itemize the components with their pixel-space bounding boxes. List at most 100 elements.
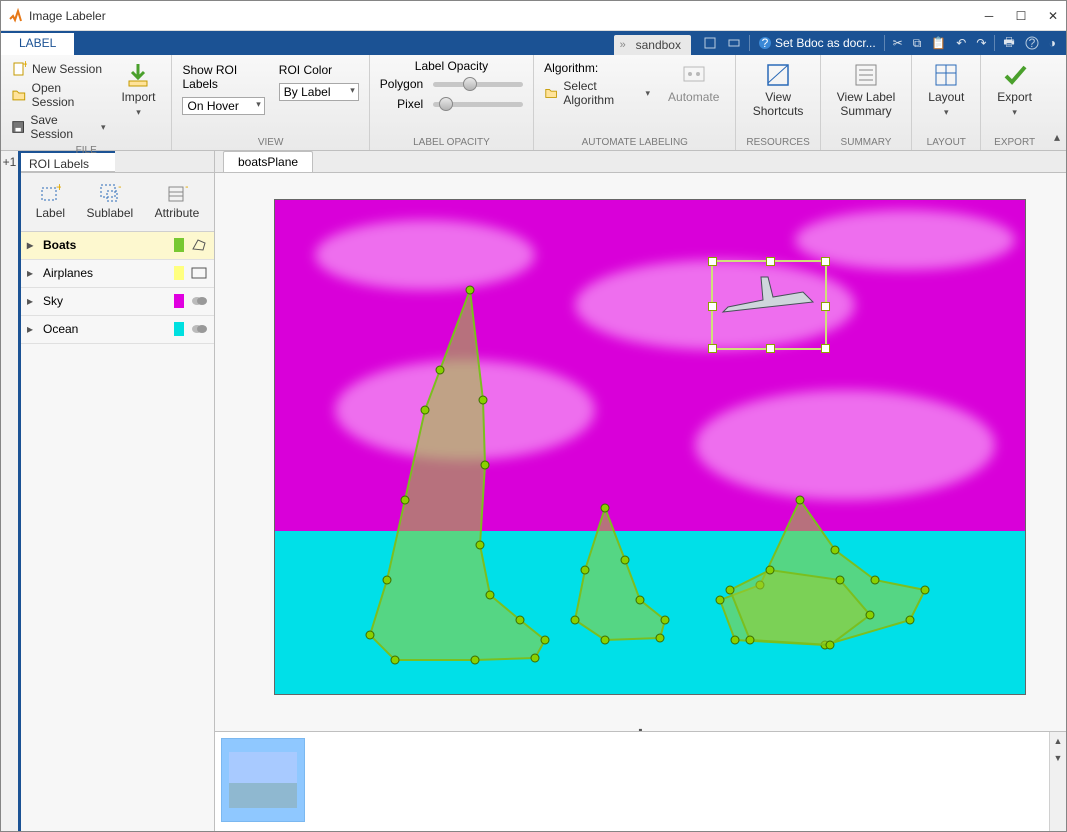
paste-icon[interactable]: 📋 — [929, 36, 948, 50]
ribbon-group-resources: View Shortcuts RESOURCES — [736, 55, 820, 150]
main-tab-label[interactable]: LABEL — [1, 31, 74, 55]
expand-icon[interactable]: ▸ — [27, 266, 37, 280]
cut-icon[interactable]: ✂ — [891, 36, 905, 50]
ribbon: + New Session Open Session Save Session … — [1, 55, 1066, 151]
pixel-opacity-slider[interactable] — [433, 102, 523, 107]
image-view[interactable] — [215, 173, 1066, 723]
airplane-rect-roi[interactable] — [711, 260, 827, 350]
help-icon[interactable]: ? Set Bdoc as docr... — [756, 36, 878, 50]
scroll-up-icon[interactable]: ▲ — [1050, 732, 1066, 749]
color-swatch — [174, 294, 184, 308]
collapsed-panel[interactable]: +1 — [1, 151, 21, 831]
minimize-ribbon-icon[interactable]: ◑ — [1047, 36, 1058, 50]
view-summary-button[interactable]: View Label Summary — [831, 59, 902, 121]
attribute-icon: + — [166, 183, 188, 205]
rect-icon — [190, 266, 208, 280]
close-button[interactable]: ✕ — [1046, 9, 1060, 23]
group-label: RESOURCES — [746, 135, 809, 148]
layout-icon — [932, 61, 960, 89]
svg-text:+: + — [56, 183, 61, 194]
open-session-button[interactable]: Open Session — [11, 79, 105, 111]
collapse-ribbon-icon[interactable]: ▴ — [1054, 130, 1060, 144]
pixel-opacity-label: Pixel — [380, 97, 423, 111]
algorithm-label: Algorithm: — [544, 59, 650, 77]
group-label: LAYOUT — [922, 135, 970, 148]
polygon-opacity-label: Polygon — [380, 77, 423, 91]
expand-icon[interactable]: ▸ — [27, 322, 37, 336]
chevron-down-icon: ▾ — [944, 107, 949, 117]
print2-icon[interactable]: 🖶 — [1001, 33, 1016, 54]
save-session-button[interactable]: Save Session ▾ — [11, 111, 105, 143]
ribbon-group-automate: Algorithm: Select Algorithm ▾ Automate A… — [534, 55, 736, 150]
summary-icon — [852, 61, 880, 89]
expand-icon[interactable]: ▸ — [27, 294, 37, 308]
polygon-opacity-slider[interactable] — [433, 82, 523, 87]
sandbox-tab[interactable]: sandbox — [614, 35, 691, 55]
label-sky[interactable]: ▸ Sky — [21, 288, 214, 316]
view-shortcuts-button[interactable]: View Shortcuts — [746, 59, 809, 121]
color-swatch — [174, 322, 184, 336]
new-sublabel-button[interactable]: + Sublabel — [80, 181, 139, 223]
new-attribute-button[interactable]: + Attribute — [149, 181, 206, 223]
svg-text:+: + — [22, 61, 27, 71]
thumb-scrollbar[interactable]: ▲ ▼ — [1049, 732, 1066, 831]
canvas-area: boatsPlane — [215, 151, 1066, 831]
select-algorithm-button[interactable]: Select Algorithm ▾ — [544, 77, 650, 109]
svg-text:?: ? — [762, 36, 769, 50]
layout-button[interactable]: Layout ▾ — [922, 59, 970, 119]
top-tab-row: LABEL sandbox ? Set Bdoc as docr... ✂ ⧉ … — [1, 31, 1066, 55]
group-label: AUTOMATE LABELING — [544, 135, 725, 148]
color-swatch — [174, 238, 184, 252]
group-label: SUMMARY — [831, 135, 902, 148]
copy-icon[interactable]: ⧉ — [911, 36, 924, 51]
quick-access-bar: sandbox ? Set Bdoc as docr... ✂ ⧉ 📋 ↶ ↷ … — [614, 31, 1066, 55]
titlebar: Image Labeler ─ ☐ ✕ — [1, 1, 1066, 31]
check-icon — [1001, 61, 1029, 89]
new-label-button[interactable]: + Label — [30, 181, 71, 223]
image-tab[interactable]: boatsPlane — [223, 151, 313, 172]
expand-icon[interactable]: ▸ — [27, 238, 37, 252]
label-airplanes[interactable]: ▸ Airplanes — [21, 260, 214, 288]
label-icon: + — [39, 183, 61, 205]
chevron-down-icon: ▾ — [136, 107, 141, 117]
chevron-down-icon: ▾ — [646, 88, 651, 99]
folder-icon — [544, 85, 558, 101]
workspace: +1 ROI Labels + Label + Sublabel + Attri… — [1, 151, 1066, 831]
disk-icon — [11, 119, 25, 135]
hover-select[interactable]: On Hover — [182, 97, 264, 115]
new-icon: + — [11, 61, 27, 77]
label-boats[interactable]: ▸ Boats — [21, 232, 214, 260]
shortcuts-icon — [764, 61, 792, 89]
ribbon-group-view: Show ROI Labels On Hover ROI Color By La… — [172, 55, 369, 150]
boat-polygon-2[interactable] — [565, 500, 685, 650]
bylabel-select[interactable]: By Label — [279, 83, 359, 101]
scroll-down-icon[interactable]: ▼ — [1050, 749, 1066, 766]
maximize-button[interactable]: ☐ — [1014, 9, 1028, 23]
opacity-header: Label Opacity — [380, 59, 523, 73]
label-ocean[interactable]: ▸ Ocean — [21, 316, 214, 344]
undo-icon[interactable]: ↶ — [954, 36, 968, 50]
help2-icon[interactable]: ? — [1023, 36, 1041, 50]
airplane-icon — [713, 262, 829, 352]
export-button[interactable]: Export ▾ — [991, 59, 1038, 119]
thumbnail-1[interactable] — [221, 738, 305, 822]
print-icon[interactable] — [725, 36, 743, 50]
svg-text:+: + — [118, 183, 121, 194]
image-canvas[interactable] — [274, 199, 1026, 695]
import-button[interactable]: Import ▾ — [115, 59, 161, 143]
polygon-icon — [190, 238, 208, 252]
show-roi-label: Show ROI Labels — [182, 59, 264, 97]
ribbon-group-file: + New Session Open Session Save Session … — [1, 55, 172, 150]
ribbon-group-export: Export ▾ EXPORT — [981, 55, 1048, 150]
boat-polygon-4[interactable] — [720, 560, 880, 660]
folder-icon — [11, 87, 27, 103]
automate-button[interactable]: Automate — [662, 59, 725, 109]
boat-polygon-1[interactable] — [355, 280, 565, 680]
redo-icon[interactable]: ↷ — [974, 36, 988, 50]
save-icon[interactable] — [701, 36, 719, 50]
svg-text:+: + — [185, 183, 188, 194]
doc-label: Set Bdoc as docr... — [775, 36, 876, 50]
new-session-button[interactable]: + New Session — [11, 59, 105, 79]
minimize-button[interactable]: ─ — [982, 9, 996, 23]
chevron-down-icon: ▾ — [1012, 107, 1017, 117]
